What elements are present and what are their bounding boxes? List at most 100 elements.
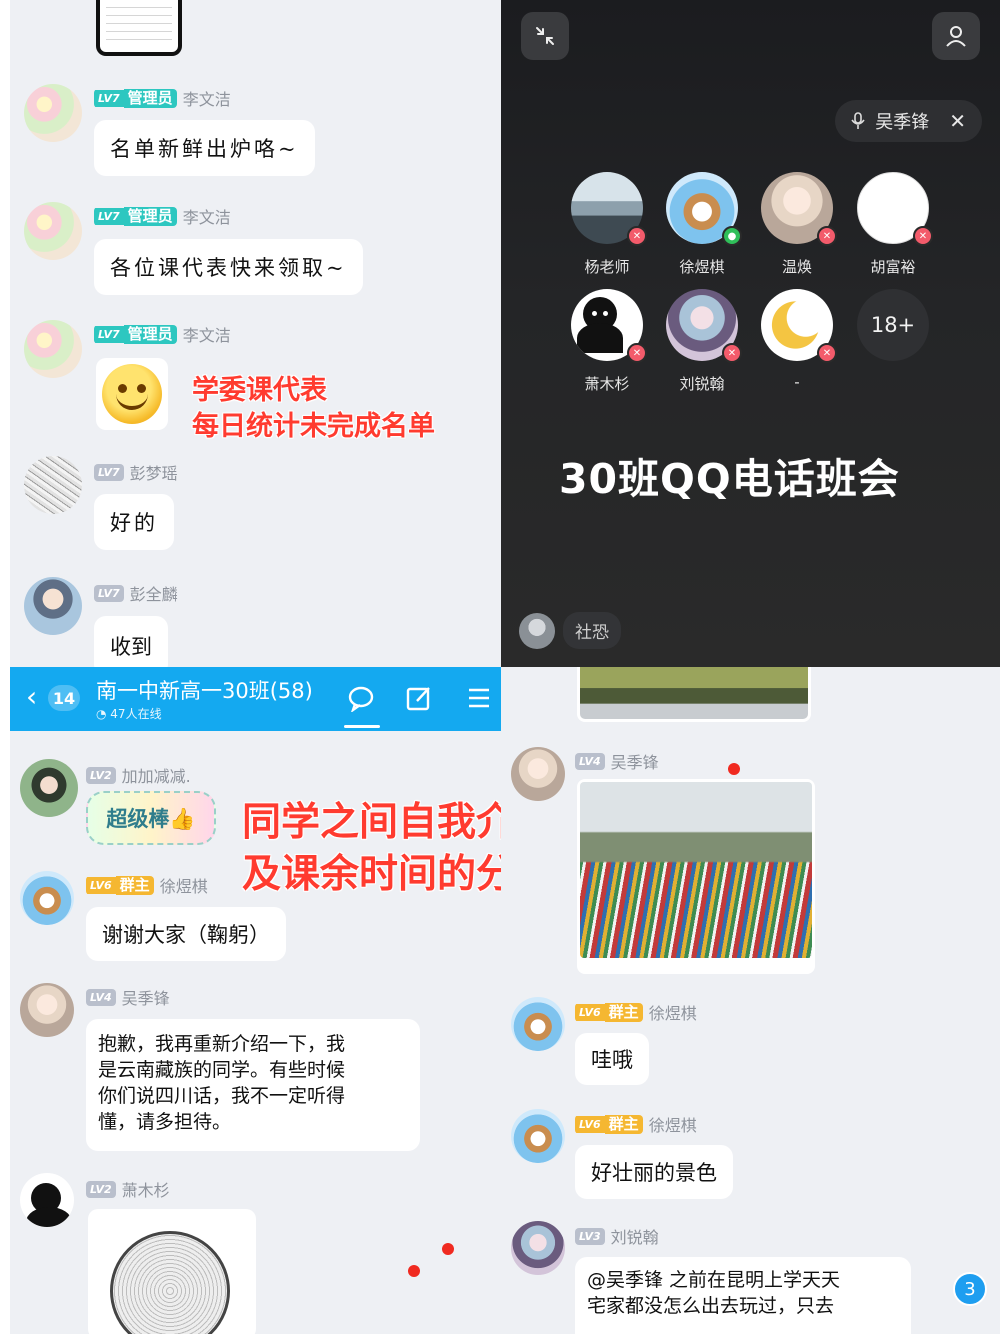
image-thumbnail[interactable]: [96, 0, 182, 56]
mic-muted-icon: ✕: [627, 226, 647, 246]
avatar[interactable]: [20, 983, 74, 1037]
shared-photo[interactable]: [577, 667, 811, 722]
call-member[interactable]: ✕ -: [757, 289, 837, 391]
message-bubble[interactable]: 好的: [94, 494, 174, 550]
bear-sticker[interactable]: [88, 1209, 256, 1334]
avatar[interactable]: [511, 997, 565, 1051]
level-badge: LV2: [86, 1180, 116, 1198]
super-sticker[interactable]: 超级棒👍: [86, 791, 216, 845]
overlay-caption-line: 学委课代表: [192, 375, 327, 406]
avatar[interactable]: [511, 1109, 565, 1163]
mic-muted-icon: ✕: [817, 343, 837, 363]
call-member[interactable]: ✕ 刘锐翰: [662, 289, 742, 394]
sender-meta: LV7 管理员 李文洁: [94, 204, 231, 228]
avatar[interactable]: [20, 759, 78, 817]
call-member[interactable]: ✕ 温焕: [757, 172, 837, 277]
sender-meta: LV2 加加减减.: [86, 763, 191, 787]
overlay-caption-line: 每日统计未完成名单: [192, 411, 435, 442]
level-badge: LV7 管理员: [94, 88, 177, 108]
message-bubble[interactable]: 收到: [94, 616, 168, 667]
back-arrow-icon[interactable]: ‹: [26, 683, 37, 711]
avatar[interactable]: [24, 577, 82, 635]
sender-name: 彭全麟: [129, 585, 178, 604]
smiley-icon: [102, 364, 162, 424]
sender-name: 加加减减.: [121, 767, 191, 786]
avatar[interactable]: [511, 1221, 565, 1275]
level-badge: LV7: [94, 463, 124, 481]
overlay-caption-line: 同学之间自我介绍: [242, 800, 501, 845]
avatar[interactable]: [24, 202, 82, 260]
message-bubble[interactable]: 各位课代表快来领取~: [94, 239, 363, 295]
sender-meta: LV7 管理员 李文洁: [94, 322, 231, 346]
close-icon[interactable]: ✕: [949, 109, 966, 133]
active-tab-indicator: [344, 725, 380, 728]
minimize-button[interactable]: [521, 12, 569, 60]
level-badge: LV7 管理员: [94, 324, 177, 344]
sender-meta: LV7 管理员 李文洁: [94, 86, 231, 110]
avatar[interactable]: [24, 84, 82, 142]
message-bubble[interactable]: 名单新鲜出炉咯~: [94, 120, 315, 176]
smiley-sticker[interactable]: [96, 358, 168, 430]
sender-meta: LV6 群主 徐煜棋: [575, 1112, 697, 1136]
sender-name: 刘锐翰: [610, 1228, 659, 1247]
call-member[interactable]: ✕ 萧木杉: [567, 289, 647, 394]
call-member[interactable]: ● 徐煜棋: [662, 172, 742, 277]
level-badge: LV6 群主: [575, 1002, 643, 1022]
call-member[interactable]: ✕ 杨老师: [567, 172, 647, 277]
sender-name: 萧木杉: [121, 1181, 170, 1200]
chat-title-bar: ‹ 14 南一中新高一30班(58) ◔ 47人在线: [10, 667, 501, 731]
sender-name: 徐煜棋: [159, 877, 208, 896]
menu-icon[interactable]: [464, 683, 494, 713]
mic-muted-icon: ✕: [722, 343, 742, 363]
unread-count-badge[interactable]: 3: [953, 1272, 987, 1306]
mic-muted-icon: ✕: [817, 226, 837, 246]
message-bubble[interactable]: @吴季锋 之前在昆明上学天天 宅家都没怎么出去玩过，只去: [575, 1257, 911, 1334]
unread-badge[interactable]: 14: [48, 685, 80, 711]
group-name[interactable]: 南一中新高一30班(58): [96, 675, 313, 705]
chat-bubble-icon[interactable]: [346, 683, 376, 713]
level-badge: LV3: [575, 1227, 605, 1245]
sender-name: 吴季锋: [610, 753, 659, 772]
avatar[interactable]: [511, 747, 565, 801]
sender-meta: LV4 吴季锋: [575, 749, 659, 773]
avatar[interactable]: [24, 456, 82, 514]
mic-muted-icon: ✕: [913, 226, 933, 246]
sender-name: 李文洁: [182, 90, 231, 109]
decorative-dot: [728, 763, 740, 775]
overlay-caption-line: 及课余时间的分享: [242, 852, 501, 897]
decorative-dot: [442, 1243, 454, 1255]
sender-name: 李文洁: [182, 208, 231, 227]
sender-name: 彭梦瑶: [129, 464, 178, 483]
more-members-button[interactable]: 18+: [853, 289, 933, 361]
sender-meta: LV7 彭全麟: [94, 581, 178, 605]
message-bubble[interactable]: 抱歉，我再重新介绍一下，我 是云南藏族的同学。有些时候 你们说四川话，我不一定听…: [86, 1019, 420, 1151]
shared-photo[interactable]: [577, 779, 815, 974]
level-badge: LV2: [86, 766, 116, 784]
call-member[interactable]: ✕ 胡富裕: [853, 172, 933, 277]
bottom-user[interactable]: 社恐: [519, 612, 621, 649]
avatar[interactable]: [24, 320, 82, 378]
message-bubble[interactable]: 谢谢大家（鞠躬）: [86, 907, 286, 961]
message-bubble[interactable]: 好壮丽的景色: [575, 1145, 733, 1199]
avatar[interactable]: [20, 1173, 74, 1227]
chat-panel-bottom-right: LV4 吴季锋 LV6 群主 徐煜棋 哇哦 LV6 群主 徐煜棋 好壮丽的景色 LV…: [501, 667, 1000, 1334]
online-count: ◔ 47人在线: [96, 707, 162, 721]
sender-meta: LV4 吴季锋: [86, 985, 170, 1009]
sender-name: 吴季锋: [121, 989, 170, 1008]
sender-name: 李文洁: [182, 326, 231, 345]
voice-call-panel: 吴季锋 ✕ ✕ 杨老师 ● 徐煜棋 ✕ 温焕 ✕ 胡富裕 ✕ 萧木杉 ✕ 刘锐翰…: [501, 0, 1000, 667]
edit-icon[interactable]: [404, 683, 434, 713]
chat-panel-top-left: LV7 管理员 李文洁 名单新鲜出炉咯~ LV7 管理员 李文洁 各位课代表快来领取…: [10, 0, 501, 667]
chat-panel-bottom-left: ‹ 14 南一中新高一30班(58) ◔ 47人在线 LV2 加加减减. 超级棒…: [10, 667, 501, 1334]
participants-button[interactable]: [932, 12, 980, 60]
decorative-dot: [408, 1265, 420, 1277]
collapse-icon: [536, 27, 554, 45]
microphone-icon: [851, 112, 865, 129]
sender-meta: LV6 群主 徐煜棋: [575, 1000, 697, 1024]
sender-meta: LV7 彭梦瑶: [94, 460, 178, 484]
level-badge: LV6 群主: [86, 875, 154, 895]
avatar[interactable]: [20, 871, 74, 925]
message-bubble[interactable]: 哇哦: [575, 1033, 649, 1085]
sender-name: 徐煜棋: [648, 1004, 697, 1023]
call-title-overlay: 30班QQ电话班会: [559, 455, 900, 503]
